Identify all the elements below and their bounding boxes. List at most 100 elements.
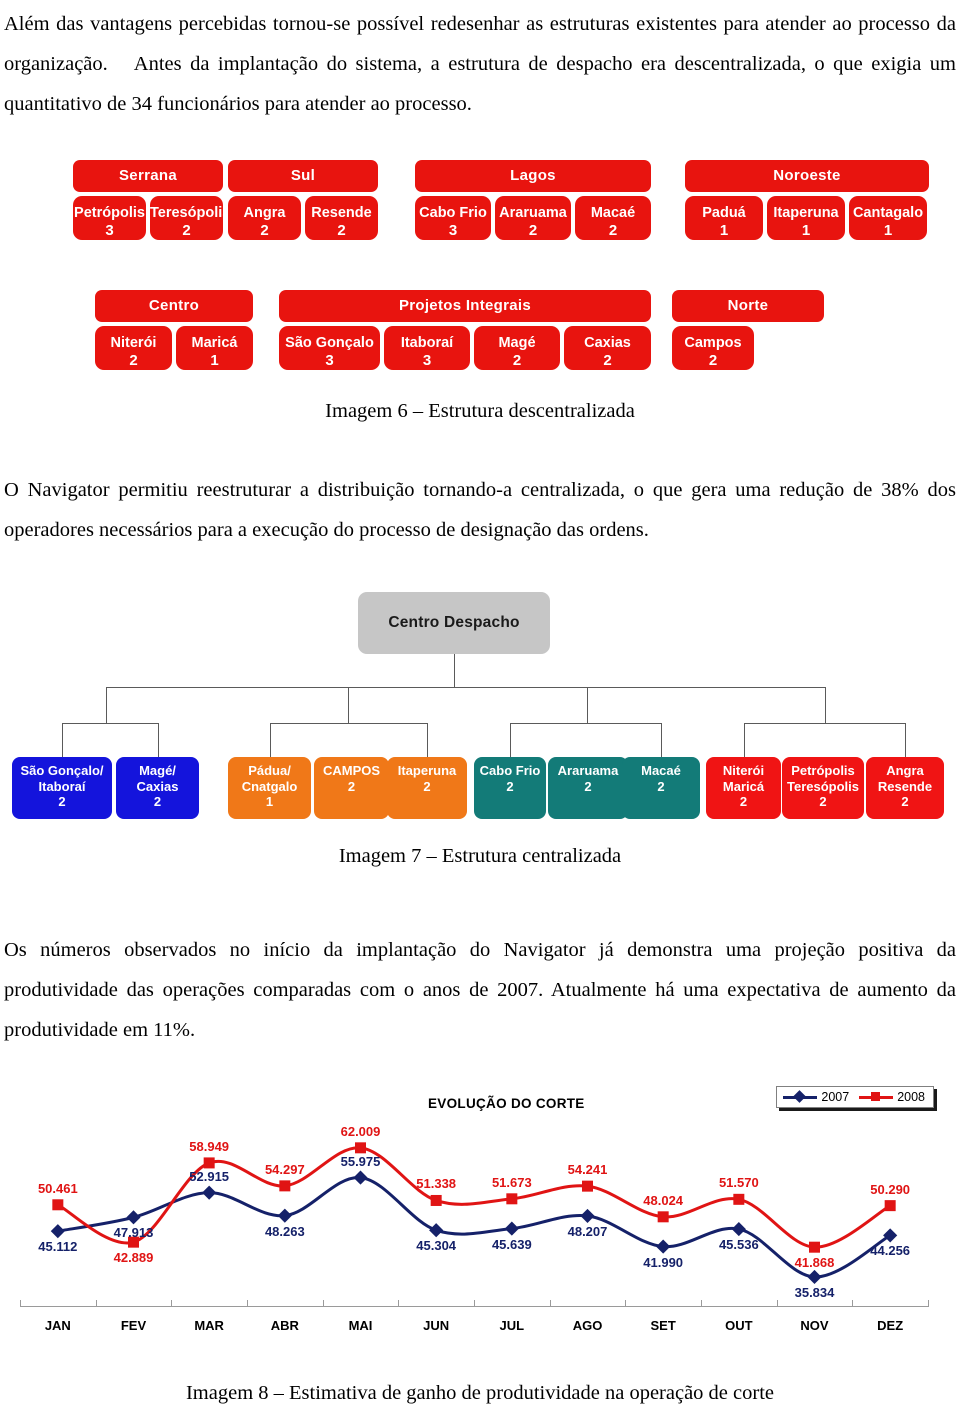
- x-axis-label: FEV: [120, 1318, 147, 1333]
- org-leaf-label: Petrópolis: [74, 205, 145, 221]
- connector-group-bar: [510, 723, 661, 724]
- x-axis-tick: [474, 1300, 475, 1307]
- org-node: Niterói Maricá 2: [706, 757, 781, 819]
- square-marker-icon: [279, 1180, 291, 1192]
- org-node-label: Niterói: [722, 763, 765, 778]
- org-leaf-count: 2: [129, 352, 138, 369]
- data-point-label: 45.112: [38, 1239, 78, 1255]
- org-node: Pádua/Cnatgalo 1: [228, 757, 311, 819]
- connector-group-drop: [825, 687, 826, 723]
- legend-item-2007[interactable]: 2007: [783, 1090, 849, 1104]
- org-group-header: Projetos Integrais: [279, 290, 651, 322]
- org-leaf-label: Macaé: [590, 205, 636, 221]
- org-group-header: Lagos: [415, 160, 651, 192]
- org-leaf-label: Maricá: [191, 335, 238, 351]
- square-marker-icon: [733, 1193, 745, 1205]
- data-point-label: 45.536: [718, 1237, 759, 1253]
- org-node-count: 2: [58, 794, 66, 809]
- org-leaf-label: Niterói: [110, 335, 157, 351]
- x-axis-tick: [625, 1300, 627, 1307]
- data-point-label: 62.009: [340, 1123, 381, 1139]
- org-group-header: Serrana: [73, 160, 223, 192]
- org-group-leaves: Petrópolis 3 Teresópolis 2: [73, 196, 223, 240]
- org-node-label: Caxias: [136, 778, 179, 794]
- connector-top-bar: [105, 687, 825, 688]
- org-node: Petrópolis Teresópolis 2: [782, 757, 864, 819]
- org-group-header: Centro: [95, 290, 253, 322]
- org-group-sul: Sul Angra 2 Resende 2: [228, 160, 378, 240]
- figure-6-decentralized-structure: Serrana Petrópolis 3 Teresópolis 2 Sul Angra 2 R…: [0, 142, 960, 392]
- legend-label-2007: 2007: [821, 1090, 850, 1104]
- org-leaf-count: 2: [182, 222, 191, 239]
- figure-7-centralized-structure: Centro Despacho São Gonçalo/Itaboraí 2 Mag…: [0, 575, 960, 835]
- org-group-leaves: Angra 2 Resende 2: [228, 196, 378, 240]
- org-node-count: 2: [347, 778, 356, 794]
- org-leaf-count: 3: [105, 222, 114, 239]
- org-group-header: Sul: [228, 160, 378, 192]
- org-node: Cabo Frio 2: [474, 757, 546, 819]
- data-point-label: 42.889: [113, 1250, 154, 1266]
- org-group-noroeste: Noroeste Paduá 1 Itaperuna 1 Cantagalo 1: [685, 160, 929, 240]
- legend-label-2008: 2008: [897, 1090, 925, 1104]
- org-group-norte: Norte Campos 2: [672, 290, 824, 370]
- data-point-label: 51.673: [491, 1174, 532, 1190]
- data-point-label: 54.297: [264, 1161, 305, 1177]
- org-leaf-count: 2: [608, 222, 618, 239]
- org-node-label: Pádua/: [248, 763, 291, 778]
- data-point-label: 50.290: [870, 1181, 911, 1197]
- org-node-label: Itaperuna: [397, 763, 457, 778]
- paragraph-2: O Navigator permitiu reestruturar a dist…: [4, 479, 956, 541]
- org-leaf-label: Itaboraí: [400, 335, 454, 351]
- org-leaf-node: Niterói 2: [95, 326, 172, 370]
- org-group-leaves: Cabo Frio 3 Araruama 2 Macaé 2: [415, 196, 651, 240]
- legend-item-2008[interactable]: 2008: [859, 1090, 925, 1104]
- org-group-header: Noroeste: [685, 160, 929, 192]
- org-node-label: Magé/: [139, 763, 176, 778]
- x-axis-label: SET: [650, 1318, 676, 1333]
- org-node-label: Cnatgalo: [241, 778, 298, 794]
- legend-line-2008: [859, 1092, 894, 1101]
- org-leaf-node: Magé 2: [474, 326, 560, 370]
- org-node: Magé/Caxias 2: [116, 757, 199, 819]
- connector-group-drop: [105, 687, 107, 723]
- x-axis-tick: [549, 1300, 551, 1307]
- org-node-label: Petrópolis: [791, 763, 855, 778]
- org-leaf-label: Itaperuna: [773, 205, 839, 221]
- connector-group-drop: [347, 687, 349, 723]
- x-axis-tick: [20, 1300, 21, 1307]
- x-axis-tick: [95, 1300, 97, 1307]
- data-point-label: 58.949: [189, 1138, 230, 1154]
- data-point-label: 41.868: [794, 1255, 835, 1271]
- org-leaf-count: 2: [708, 352, 718, 369]
- diamond-marker-icon: [277, 1208, 292, 1223]
- data-point-label: 51.570: [718, 1175, 759, 1191]
- org-group-header: Norte: [672, 290, 824, 322]
- paragraph-1: Além das vantagens percebidas tornou-se …: [4, 4, 956, 124]
- diamond-marker-icon: [580, 1208, 595, 1223]
- diamond-marker-icon: [429, 1223, 444, 1238]
- x-axis-tick: [928, 1300, 929, 1307]
- org-leaf-count: 1: [210, 352, 219, 369]
- org-leaf-node: Angra 2: [228, 196, 301, 240]
- data-point-label: 48.024: [643, 1192, 684, 1208]
- org-leaf-count: 1: [801, 222, 811, 239]
- x-axis-tick: [171, 1300, 173, 1307]
- org-node-label: Araruama: [557, 763, 619, 778]
- x-axis-label: JUL: [499, 1318, 525, 1333]
- square-marker-icon: [657, 1211, 669, 1223]
- org-leaf-count: 1: [719, 222, 729, 239]
- connector-node-drop: [427, 723, 428, 757]
- connector-group-bar: [62, 723, 158, 724]
- data-point-label: 54.241: [567, 1162, 608, 1178]
- org-node-count: 2: [657, 778, 665, 794]
- org-root-node: Centro Despacho: [358, 592, 550, 654]
- data-point-label: 55.975: [340, 1153, 381, 1169]
- square-marker-icon: [582, 1180, 593, 1192]
- org-group-lagos: Lagos Cabo Frio 3 Araruama 2 Macaé 2: [415, 160, 651, 240]
- org-leaf-node: Caxias 2: [564, 326, 651, 370]
- org-node-label: Maricá: [722, 778, 765, 794]
- x-axis-label: MAR: [194, 1318, 224, 1333]
- connector-group-bar: [269, 723, 427, 724]
- org-node: Macaé 2: [622, 757, 700, 819]
- chart-legend: 2007 2008: [776, 1086, 934, 1108]
